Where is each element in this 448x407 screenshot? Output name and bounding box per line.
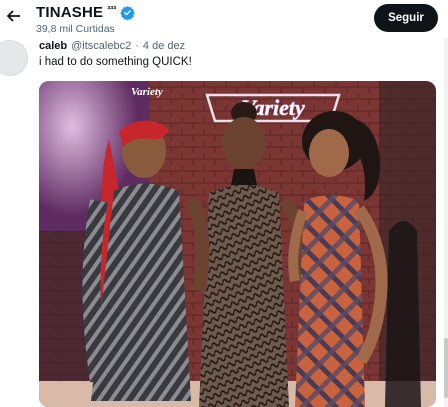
meta-separator: ·	[135, 40, 139, 52]
tweet-photo[interactable]: Variety Variety	[39, 81, 436, 407]
tweet-date[interactable]: 4 de dez	[143, 40, 185, 52]
avatar[interactable]	[0, 40, 28, 76]
follow-button[interactable]: Seguir	[374, 4, 438, 32]
verified-badge-icon	[120, 5, 135, 20]
profile-name-superscript: ³³³	[107, 3, 117, 14]
tweet-text: i had to do something QUICK!	[39, 56, 192, 68]
profile-name: TINASHE	[36, 4, 104, 21]
likes-count: 39,8 mil Curtidas	[36, 23, 115, 35]
profile-header: TINASHE ³³³ 39,8 mil Curtidas Seguir	[0, 0, 448, 38]
tweet-author[interactable]: caleb	[39, 40, 67, 52]
profile-title: TINASHE ³³³	[36, 4, 135, 21]
scrollbar-thumb[interactable]	[444, 338, 448, 398]
tweet-handle[interactable]: @itscalebc2	[71, 40, 131, 52]
small-variety-sign: Variety	[131, 86, 163, 98]
back-arrow-icon[interactable]	[6, 8, 24, 26]
page-scrollbar[interactable]	[444, 38, 448, 407]
tweet[interactable]: caleb @itscalebc2 · 4 de dez i had to do…	[0, 38, 448, 407]
photo-illustration: Variety Variety	[39, 81, 436, 407]
tweet-meta: caleb @itscalebc2 · 4 de dez	[39, 40, 185, 52]
